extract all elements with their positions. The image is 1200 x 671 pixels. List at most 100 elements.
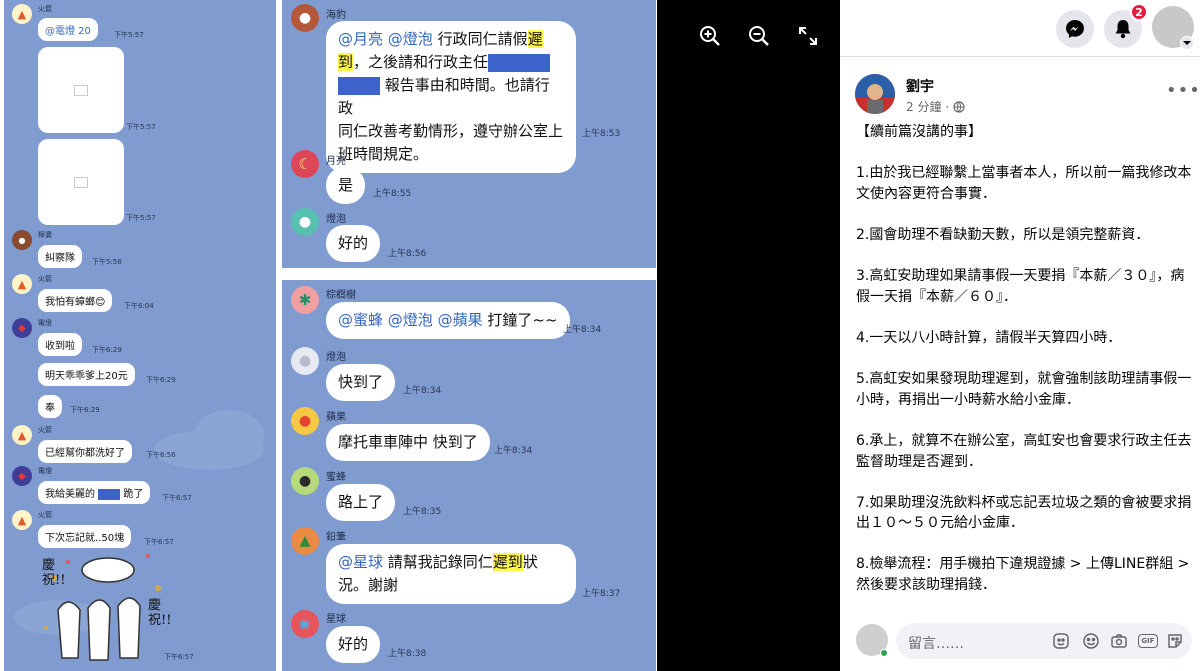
message-time: 下午5:57 — [114, 31, 144, 39]
message-time: 下午5:57 — [126, 214, 156, 222]
account-chevron-icon[interactable] — [1180, 36, 1194, 50]
avatar-rocket: ▲ — [12, 510, 32, 530]
redaction-box — [338, 76, 380, 95]
emoji-icon[interactable] — [1082, 632, 1100, 650]
message-bubble: 下次忘記就..50塊 — [38, 525, 132, 548]
sender-name: 檸寶 — [38, 231, 52, 239]
message-bubble: 是 — [326, 167, 366, 204]
more-options-button[interactable]: ••• — [1166, 80, 1200, 101]
post-image: ▲ 火箭 @電燈 20 下午5:57 下午5:57 下午5:57 ● 檸寶 糾察… — [0, 0, 657, 671]
message-bubble: 奉 — [38, 395, 62, 418]
avatar-planet: ◉ — [291, 610, 319, 638]
avatar-bee: ● — [291, 467, 319, 495]
online-status-dot — [880, 649, 888, 657]
messenger-icon — [1066, 20, 1084, 38]
message-time: 下午5:58 — [92, 258, 122, 266]
sender-name: 燈泡 — [326, 352, 346, 363]
message-time: 下午6:29 — [70, 406, 100, 414]
post-timestamp[interactable]: 2 分鐘 · — [906, 98, 965, 115]
sender-name: 電燈 — [38, 319, 52, 327]
message-bubble: 明天乖乖爹上20元 — [38, 363, 135, 386]
notification-badge: 2 — [1130, 3, 1148, 21]
message-bubble: 好的 — [326, 626, 381, 663]
redaction-box — [488, 53, 551, 72]
message-time: 上午8:56 — [388, 249, 427, 259]
sender-name: 火箭 — [38, 275, 52, 283]
sender-name: 火箭 — [38, 5, 52, 13]
sticker-icon[interactable] — [1166, 632, 1184, 650]
message-bubble: 路上了 — [326, 484, 396, 521]
photo-viewer: ▲ 火箭 @電燈 20 下午5:57 下午5:57 下午5:57 ● 檸寶 糾察… — [0, 0, 840, 671]
message-bubble: 收到啦 — [38, 333, 82, 356]
globe-icon — [953, 100, 965, 113]
message-time: 上午8:34 — [563, 325, 602, 335]
author-avatar[interactable] — [855, 74, 895, 114]
message-time: 下午6:57 — [162, 494, 192, 502]
avatar-pencil: ▲ — [291, 527, 319, 555]
avatar-lemon: ● — [12, 230, 32, 250]
avatar-lamp: ◆ — [12, 466, 32, 486]
sender-name: 電燈 — [38, 467, 52, 475]
fullscreen-icon[interactable] — [798, 26, 818, 46]
avatar-apple: ● — [291, 407, 319, 435]
message-bubble: 已經幫你都洗好了 — [38, 440, 132, 463]
message-time: 下午6:56 — [146, 451, 176, 459]
divider — [840, 56, 1200, 57]
message-time: 上午8:37 — [582, 589, 621, 599]
sender-name: 蘋果 — [326, 412, 346, 423]
avatar-sticker-icon[interactable] — [1052, 632, 1070, 650]
image-placeholder — [38, 139, 124, 225]
avatar-rocket: ▲ — [12, 274, 32, 294]
zoom-out-icon[interactable] — [747, 24, 771, 48]
messenger-button[interactable] — [1056, 10, 1094, 48]
sender-name: 海豹 — [326, 10, 346, 21]
avatar-bulb: ● — [291, 347, 319, 375]
post-text: 【續前篇沒講的事】 1.由於我已經聯繫上當事者本人，所以前一篇我修改本文使內容更… — [856, 124, 1192, 594]
message-time: 上午8:35 — [403, 507, 442, 517]
sender-name: 蜜蜂 — [326, 472, 346, 483]
avatar-lamp: ◆ — [12, 318, 32, 338]
sender-name: 月亮 — [326, 156, 346, 167]
message-time: 上午8:34 — [494, 446, 533, 456]
message-bubble: 摩托車車陣中 快到了 — [326, 424, 490, 461]
message-bubble: @蜜蜂 @燈泡 @蘋果 打鐘了~~ — [326, 302, 570, 339]
message-time: 上午8:34 — [403, 386, 442, 396]
comment-placeholder: 留言…… — [908, 636, 964, 652]
message-time: 下午5:57 — [126, 123, 156, 131]
message-time: 上午8:38 — [388, 649, 427, 659]
avatar-seal: ● — [291, 4, 319, 32]
avatar-rocket: ▲ — [12, 4, 32, 24]
message-time: 下午6:57 — [144, 538, 174, 546]
message-time: 上午8:53 — [582, 129, 621, 139]
post-time[interactable]: 2 分鐘 — [906, 98, 941, 115]
image-placeholder — [38, 47, 124, 133]
gif-icon[interactable]: GIF — [1138, 632, 1158, 650]
chat-screenshot-bottom: ✱ 棕櫚樹 @蜜蜂 @燈泡 @蘋果 打鐘了~~ 上午8:34 ● 燈泡 快到了 … — [282, 280, 656, 671]
message-bubble: @月亮 @燈泡 行政同仁請假遲 到，之後請和行政主任 報告事由和時間。也請行政 … — [326, 21, 576, 173]
sender-name: 燈泡 — [326, 214, 346, 225]
avatar-bulb: ● — [291, 208, 319, 236]
sender-name: 火箭 — [38, 426, 52, 434]
message-time: 下午6:04 — [124, 302, 154, 310]
message-bubble: 糾察隊 — [38, 245, 82, 268]
redaction-box — [98, 488, 121, 500]
camera-icon[interactable] — [1110, 632, 1128, 650]
message-bubble: @星球 請幫我記錄同仁遲到狀 況。謝謝 — [326, 544, 576, 604]
zoom-in-icon[interactable] — [698, 24, 722, 48]
chat-screenshot-top: ● 海豹 @月亮 @燈泡 行政同仁請假遲 到，之後請和行政主任 報告事由和時間。… — [282, 0, 656, 268]
avatar-rocket: ▲ — [12, 425, 32, 445]
bell-icon — [1115, 20, 1131, 39]
sticker-text: 慶祝!! — [148, 598, 172, 628]
comment-input[interactable]: 留言…… GIF — [896, 623, 1192, 659]
sender-name: 火箭 — [38, 511, 52, 519]
chat-screenshot-left: ▲ 火箭 @電燈 20 下午5:57 下午5:57 下午5:57 ● 檸寶 糾察… — [4, 0, 276, 671]
sender-name: 棕櫚樹 — [326, 290, 356, 301]
avatar-palm: ✱ — [291, 286, 319, 314]
message-time: 上午8:55 — [373, 189, 412, 199]
sticker-text: 慶祝!! — [42, 558, 66, 588]
message-time: 下午6:29 — [92, 346, 122, 354]
author-name[interactable]: 劉宇 — [906, 76, 934, 96]
message-bubble: 好的 — [326, 225, 381, 262]
message-time: 下午6:29 — [146, 376, 176, 384]
post-sidebar: 2 劉宇 2 分鐘 · ••• 【續前篇沒講的事】 1.由於我已經聯繫上當事者本人… — [840, 0, 1200, 671]
